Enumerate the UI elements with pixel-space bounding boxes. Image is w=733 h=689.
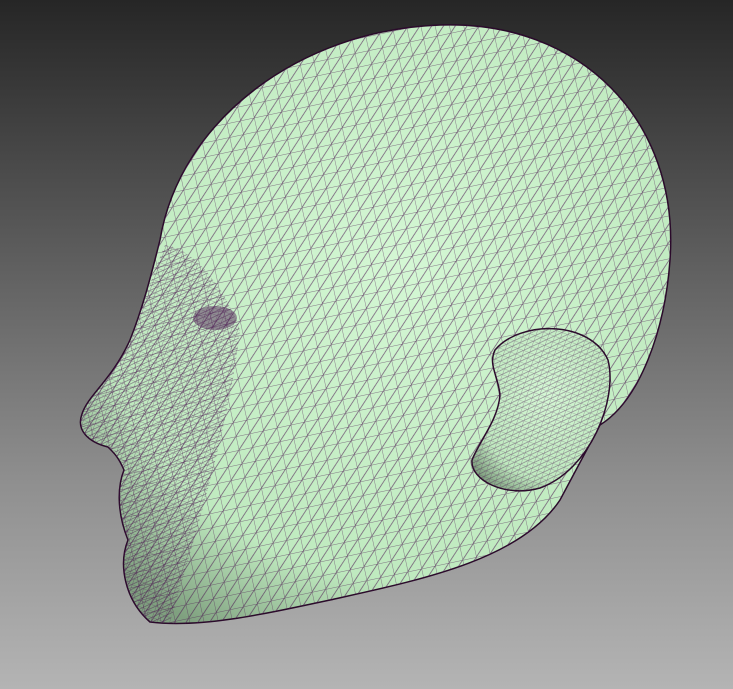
eye-socket (193, 306, 237, 330)
3d-viewport[interactable] (0, 0, 733, 689)
head (79, 24, 672, 625)
head-mesh-render (79, 24, 672, 625)
